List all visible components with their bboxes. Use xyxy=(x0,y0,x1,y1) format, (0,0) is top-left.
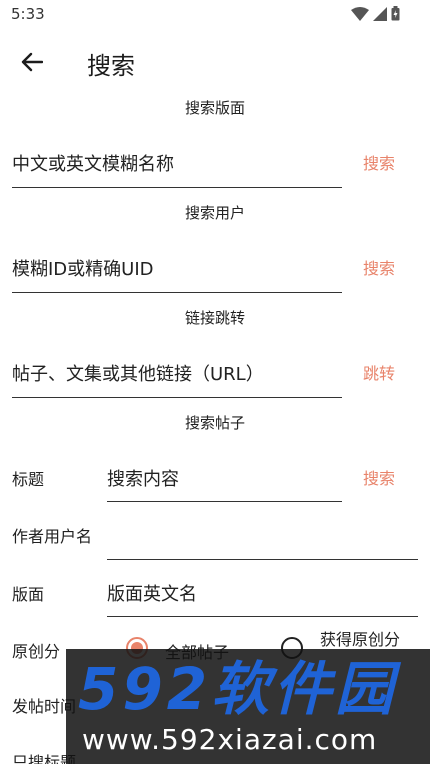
board-label: 版面 xyxy=(12,585,45,604)
post-search-button[interactable]: 搜索 xyxy=(363,465,395,489)
section-title-board: 搜索版面 xyxy=(184,99,245,117)
user-search-input[interactable] xyxy=(12,247,342,292)
board-search-button[interactable]: 搜索 xyxy=(363,150,395,174)
board-field[interactable] xyxy=(107,573,418,617)
board-search-input[interactable] xyxy=(12,142,342,187)
author-input[interactable] xyxy=(107,516,418,559)
original-score-label: 原创分 xyxy=(12,642,61,661)
post-title-label: 标题 xyxy=(12,470,45,489)
link-field[interactable] xyxy=(12,352,342,398)
board-search-field[interactable] xyxy=(12,142,342,188)
link-input[interactable] xyxy=(12,352,342,397)
section-title-link: 链接跳转 xyxy=(184,309,245,327)
watermark-overlay: 592软件园 www.592xiazai.com xyxy=(66,649,430,764)
post-title-input[interactable] xyxy=(107,458,342,501)
link-jump-button[interactable]: 跳转 xyxy=(363,360,395,384)
watermark-url: www.592xiazai.com xyxy=(82,723,378,756)
author-field[interactable] xyxy=(107,516,418,560)
user-search-button[interactable]: 搜索 xyxy=(363,255,395,279)
status-icons xyxy=(351,6,400,21)
user-search-field[interactable] xyxy=(12,247,342,293)
status-bar: 5:33 xyxy=(0,0,430,30)
radio-original-posts-label: 获得原创分 xyxy=(320,630,401,649)
app-bar: 搜索 xyxy=(0,30,430,94)
board-input[interactable] xyxy=(107,573,418,616)
author-label: 作者用户名 xyxy=(12,527,93,546)
section-title-user: 搜索用户 xyxy=(184,204,245,222)
battery-icon xyxy=(391,6,400,21)
section-title-post: 搜索帖子 xyxy=(184,414,245,432)
signal-icon xyxy=(373,6,387,21)
wifi-icon xyxy=(351,6,369,21)
post-title-field[interactable] xyxy=(107,458,342,502)
page-title: 搜索 xyxy=(87,52,135,80)
arrow-left-icon xyxy=(21,52,43,72)
status-time: 5:33 xyxy=(11,5,45,23)
back-button[interactable] xyxy=(14,44,50,80)
watermark-logo: 592软件园 xyxy=(78,655,398,723)
